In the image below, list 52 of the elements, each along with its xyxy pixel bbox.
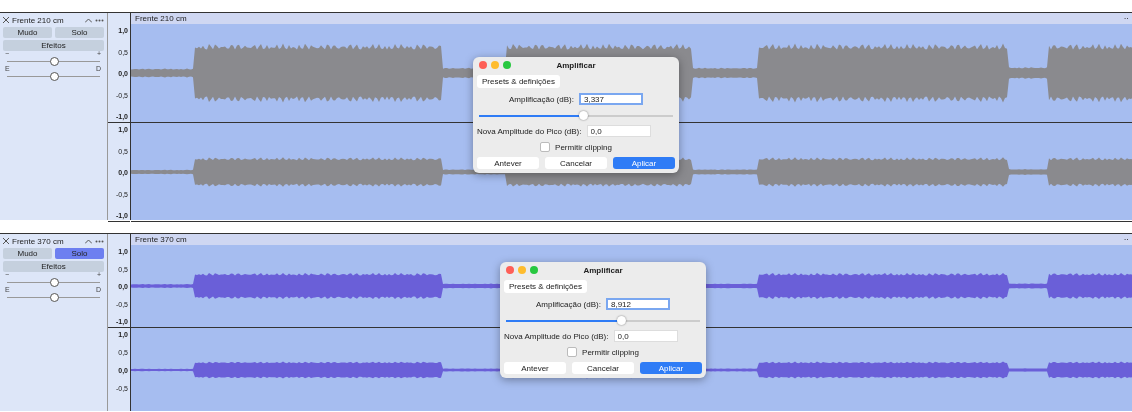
clip-menu[interactable]: ·· bbox=[1123, 235, 1129, 244]
amplification-field[interactable]: 3,337 bbox=[578, 93, 643, 105]
presets-button[interactable]: Presets & definições bbox=[504, 280, 587, 293]
clipping-checkbox[interactable] bbox=[540, 142, 551, 152]
presets-button[interactable]: Presets & definições bbox=[477, 75, 560, 88]
close-icon[interactable] bbox=[506, 266, 514, 274]
amplification-label: Amplificação (dB): bbox=[536, 299, 601, 309]
peak-amplitude-field[interactable]: 0,0 bbox=[586, 125, 651, 137]
amplification-label: Amplificação (dB): bbox=[509, 94, 574, 104]
clip-title-bar[interactable]: Frente 210 cm ·· bbox=[131, 13, 1132, 24]
mute-button[interactable]: Mudo bbox=[3, 27, 52, 38]
track-name[interactable]: Frente 370 cm bbox=[12, 236, 82, 246]
more-icon[interactable] bbox=[95, 239, 104, 243]
clip-title-bar[interactable]: Frente 370 cm ·· bbox=[131, 234, 1132, 245]
dialog-button[interactable]: Aplicar bbox=[640, 362, 702, 374]
clipping-label: Permitir clipping bbox=[582, 347, 639, 357]
solo-button[interactable]: Solo bbox=[55, 27, 104, 38]
slider-thumb[interactable] bbox=[617, 316, 627, 325]
effects-button[interactable]: Efeitos bbox=[3, 40, 104, 51]
collapse-icon[interactable] bbox=[85, 238, 92, 244]
clipping-checkbox[interactable] bbox=[567, 347, 578, 357]
dialog-title: Amplificar bbox=[555, 60, 597, 70]
dialog-button[interactable]: Antever bbox=[477, 157, 539, 169]
peak-amplitude-label: Nova Amplitude do Pico (dB): bbox=[477, 126, 582, 136]
clip-menu[interactable]: ·· bbox=[1123, 14, 1129, 23]
mute-button[interactable]: Mudo bbox=[3, 248, 52, 259]
peak-amplitude-field[interactable]: 0,0 bbox=[613, 330, 678, 342]
effects-button[interactable]: Efeitos bbox=[3, 261, 104, 272]
dialog-button[interactable]: Cancelar bbox=[572, 362, 634, 374]
slider-thumb[interactable] bbox=[49, 72, 59, 81]
slider-thumb[interactable] bbox=[578, 111, 588, 120]
track-name[interactable]: Frente 210 cm bbox=[12, 15, 82, 25]
close-icon[interactable] bbox=[3, 17, 9, 23]
slider-thumb[interactable] bbox=[49, 278, 59, 287]
peak-amplitude-label: Nova Amplitude do Pico (dB): bbox=[504, 331, 609, 341]
slider-thumb[interactable] bbox=[49, 57, 59, 66]
slider-thumb[interactable] bbox=[49, 293, 59, 302]
close-icon[interactable] bbox=[479, 61, 487, 69]
dialog-button[interactable]: Cancelar bbox=[545, 157, 607, 169]
close-icon[interactable] bbox=[3, 238, 9, 244]
dialog-button[interactable]: Aplicar bbox=[613, 157, 675, 169]
clipping-label: Permitir clipping bbox=[555, 142, 612, 152]
dialog-title: Amplificar bbox=[582, 265, 624, 275]
amplification-field[interactable]: 8,912 bbox=[605, 298, 670, 310]
clip-title: Frente 210 cm bbox=[135, 14, 187, 23]
solo-button[interactable]: Solo bbox=[55, 248, 104, 259]
more-icon[interactable] bbox=[95, 18, 104, 22]
clip-title: Frente 370 cm bbox=[135, 235, 187, 244]
collapse-icon[interactable] bbox=[85, 17, 92, 23]
zoom-icon[interactable] bbox=[503, 61, 511, 69]
zoom-icon[interactable] bbox=[530, 266, 538, 274]
dialog-button[interactable]: Antever bbox=[504, 362, 566, 374]
